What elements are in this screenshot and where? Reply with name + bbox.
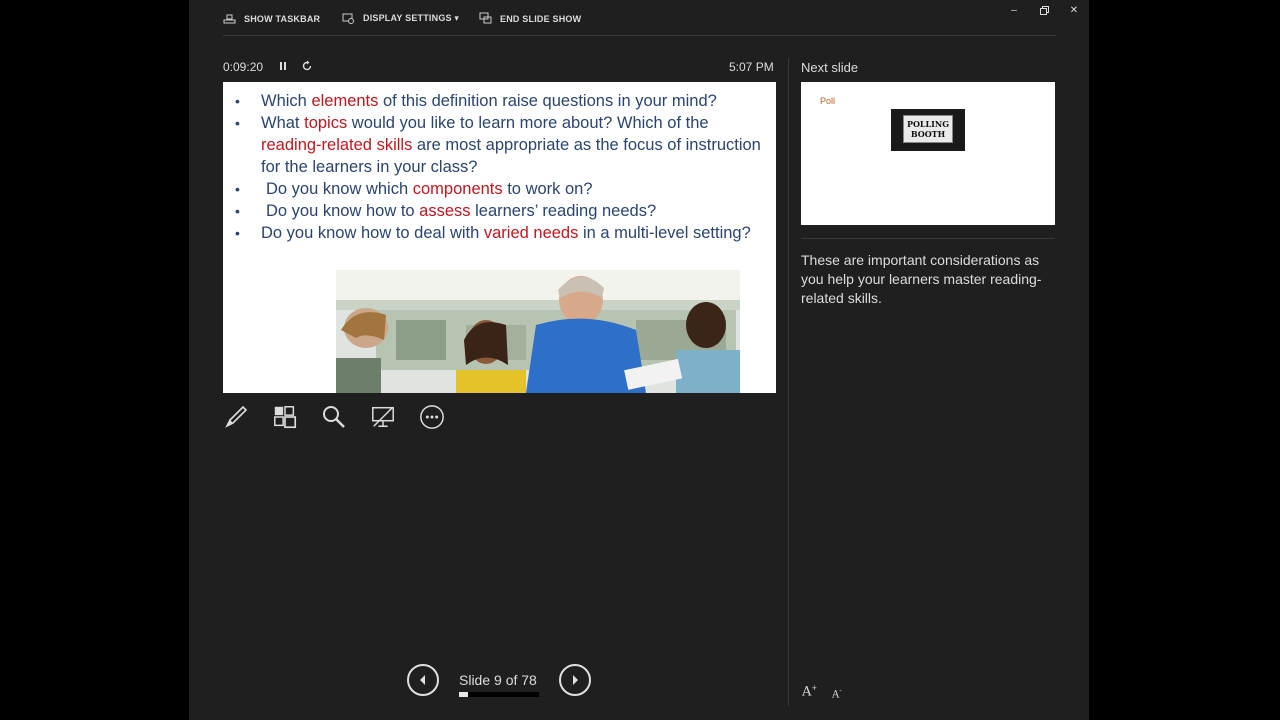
- restart-icon: [302, 60, 312, 71]
- taskbar-icon: [223, 14, 236, 24]
- previous-slide-button[interactable]: [407, 664, 439, 696]
- window-controls: – ✕: [999, 2, 1089, 18]
- show-taskbar-label: SHOW TASKBAR: [244, 13, 321, 24]
- bullet-item: Do you know how to assess learners’ read…: [233, 200, 763, 222]
- next-slide-button[interactable]: [559, 664, 591, 696]
- restore-button[interactable]: [1029, 2, 1059, 18]
- decrease-font-button[interactable]: A-: [832, 687, 842, 700]
- zoom-button[interactable]: [321, 400, 347, 434]
- presenter-view: SHOW TASKBAR DISPLAY SETTINGS ▾ END SLID…: [189, 0, 1089, 720]
- slide-bullet-list: Which elements of this definition raise …: [233, 90, 763, 244]
- classroom-photo: [336, 270, 740, 393]
- end-slide-show-label: END SLIDE SHOW: [500, 13, 582, 24]
- notes-divider: [801, 238, 1055, 239]
- slide-progress-bar: [459, 692, 539, 697]
- restart-timer-button[interactable]: [301, 60, 313, 75]
- pen-tool-button[interactable]: [223, 400, 249, 434]
- more-icon: [420, 405, 444, 429]
- pen-icon: [225, 405, 248, 428]
- pause-icon: [280, 62, 286, 70]
- increase-font-button[interactable]: A+: [802, 684, 817, 699]
- magnifier-icon: [323, 406, 345, 428]
- pause-timer-button[interactable]: [278, 60, 288, 75]
- pane-divider: [788, 58, 789, 706]
- slide-counter[interactable]: Slide 9 of 78: [459, 672, 537, 688]
- grid-icon: [274, 406, 297, 429]
- bullet-item: Do you know how to deal with varied need…: [233, 222, 763, 244]
- minimize-button[interactable]: –: [999, 2, 1029, 18]
- display-settings-icon: [342, 13, 354, 24]
- chevron-right-icon: [573, 675, 578, 685]
- bullet-item: Which elements of this definition raise …: [233, 90, 763, 112]
- next-slide-label: Next slide: [801, 60, 859, 75]
- bullet-item: What topics would you like to learn more…: [233, 112, 763, 178]
- bullet-item: Do you know which components to work on?: [233, 178, 763, 200]
- close-button[interactable]: ✕: [1059, 2, 1089, 18]
- next-slide-thumbnail[interactable]: Poll POLLING BOOTH: [801, 82, 1055, 225]
- speaker-notes: These are important considerations as yo…: [801, 252, 1042, 306]
- restore-icon: [1039, 5, 1049, 15]
- slide-progress-fill: [459, 692, 469, 697]
- chevron-left-icon: [420, 675, 425, 685]
- show-taskbar-button[interactable]: SHOW TASKBAR: [223, 12, 320, 25]
- next-slide-title: Poll: [820, 96, 836, 106]
- sign-text-line: POLLING: [906, 119, 950, 129]
- more-options-button[interactable]: [419, 400, 445, 434]
- display-settings-button[interactable]: DISPLAY SETTINGS ▾: [342, 12, 459, 25]
- end-show-icon: [479, 12, 492, 24]
- display-settings-label: DISPLAY SETTINGS ▾: [363, 13, 460, 23]
- sign-text-line: BOOTH: [910, 129, 946, 139]
- black-screen-button[interactable]: [370, 400, 396, 434]
- screen-slash-icon: [372, 406, 394, 428]
- slide-tools: [223, 400, 445, 434]
- current-slide[interactable]: Which elements of this definition raise …: [223, 82, 776, 393]
- see-all-slides-button[interactable]: [272, 400, 298, 434]
- current-time: 5:07 PM: [729, 60, 774, 74]
- polling-booth-image: POLLING BOOTH: [891, 109, 965, 151]
- end-slide-show-button[interactable]: END SLIDE SHOW: [479, 12, 581, 25]
- elapsed-timer: 0:09:20: [223, 60, 264, 74]
- toolbar-divider: [223, 35, 1056, 36]
